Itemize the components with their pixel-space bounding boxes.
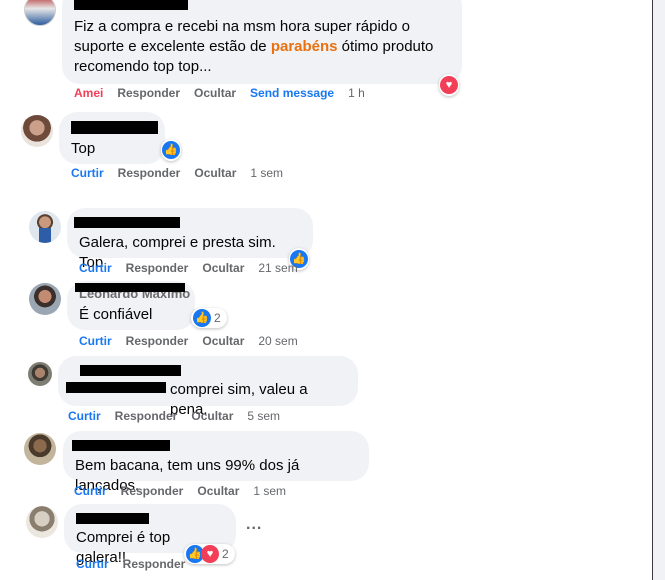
reply-button[interactable]: Responder	[126, 334, 189, 348]
reply-button[interactable]: Responder	[118, 166, 181, 180]
comment-actions: Amei Responder Ocultar Send message 1 h	[74, 86, 379, 100]
comment-text: É confiável	[79, 306, 153, 323]
reaction-summary[interactable]: 👍 2	[191, 308, 227, 328]
hide-button[interactable]: Ocultar	[197, 484, 239, 498]
comment-actions: Curtir Responder Ocultar 1 sem	[74, 484, 300, 498]
hide-button[interactable]: Ocultar	[191, 409, 233, 423]
comment-text-line: recomendo top top...	[74, 58, 212, 75]
like-button[interactable]: Curtir	[74, 484, 107, 498]
redacted-name	[66, 382, 166, 393]
comment-bubble: Leonardo Maximo É confiável	[67, 281, 195, 330]
reply-button[interactable]: Responder	[126, 261, 189, 275]
reaction-summary[interactable]: 👍	[161, 139, 181, 161]
heart-icon: ♥	[440, 76, 458, 94]
comment-actions: Curtir Responder Ocultar 20 sem	[79, 334, 312, 348]
like-button[interactable]: Curtir	[68, 409, 101, 423]
comment-text-line: suporte e excelente estão de parabéns ót…	[74, 38, 434, 55]
send-message-button[interactable]: Send message	[250, 86, 334, 100]
timestamp[interactable]: 20 sem	[258, 334, 297, 348]
thumbs-up-icon: 👍	[162, 141, 180, 159]
heart-icon: ♥	[201, 545, 219, 563]
avatar[interactable]	[29, 211, 61, 243]
comment-text-line: Fiz a compra e recebi na msm hora super …	[74, 18, 410, 35]
timestamp[interactable]: 1 sem	[250, 166, 283, 180]
hide-button[interactable]: Ocultar	[194, 86, 236, 100]
avatar[interactable]	[29, 283, 61, 315]
comment-bubble: Fiz a compra e recebi na msm hora super …	[62, 0, 462, 84]
like-button[interactable]: Curtir	[79, 261, 112, 275]
redacted-name	[74, 217, 180, 228]
redacted-name	[72, 440, 170, 451]
comment-bubble: Bem bacana, tem uns 99% dos já lançados.	[63, 431, 369, 494]
highlight-word: parabéns	[270, 38, 338, 55]
hide-button[interactable]: Ocultar	[202, 334, 244, 348]
right-panel	[653, 0, 665, 580]
timestamp[interactable]: 1 sem	[253, 484, 286, 498]
reaction-count: 2	[214, 311, 221, 325]
comment-actions: Curtir Responder Ocultar 21 sem	[79, 261, 312, 275]
avatar[interactable]	[24, 433, 56, 465]
thumbs-up-icon: 👍	[193, 309, 211, 327]
reply-button[interactable]: Responder	[121, 484, 184, 498]
like-button[interactable]: Curtir	[71, 166, 104, 180]
comment-bubble: comprei sim, valeu a pena.	[58, 356, 358, 418]
timestamp[interactable]: 5 sem	[247, 409, 280, 423]
reaction-summary[interactable]: ♥	[439, 74, 459, 96]
reply-button[interactable]: Responder	[123, 557, 186, 571]
more-options-icon[interactable]: ...	[246, 516, 262, 534]
like-button[interactable]: Curtir	[76, 557, 109, 571]
reply-button[interactable]: Responder	[115, 409, 178, 423]
hide-button[interactable]: Ocultar	[194, 166, 236, 180]
avatar[interactable]	[21, 115, 53, 147]
comment-bubble: Galera, comprei e presta sim. Top.	[67, 208, 313, 271]
react-button[interactable]: Amei	[74, 86, 103, 100]
comment-actions: Curtir Responder Ocultar 1 sem	[71, 166, 297, 180]
comment-text: Top	[71, 140, 96, 157]
redacted-name	[80, 365, 181, 376]
redacted-name	[76, 513, 149, 524]
comment-actions: Curtir Responder Ocultar 5 sem	[68, 409, 294, 423]
avatar[interactable]	[28, 362, 52, 386]
comment-actions: Curtir Responder	[76, 557, 199, 571]
comment-bubble: Top	[59, 112, 165, 164]
reply-button[interactable]: Responder	[117, 86, 180, 100]
timestamp[interactable]: 1 h	[348, 86, 365, 100]
avatar[interactable]	[26, 506, 58, 538]
timestamp[interactable]: 21 sem	[258, 261, 297, 275]
like-button[interactable]: Curtir	[79, 334, 112, 348]
hide-button[interactable]: Ocultar	[202, 261, 244, 275]
redacted-name	[71, 121, 158, 134]
reaction-count: 2	[222, 547, 229, 561]
redacted-name	[75, 283, 185, 292]
avatar[interactable]	[24, 0, 56, 26]
redacted-name	[74, 0, 188, 10]
